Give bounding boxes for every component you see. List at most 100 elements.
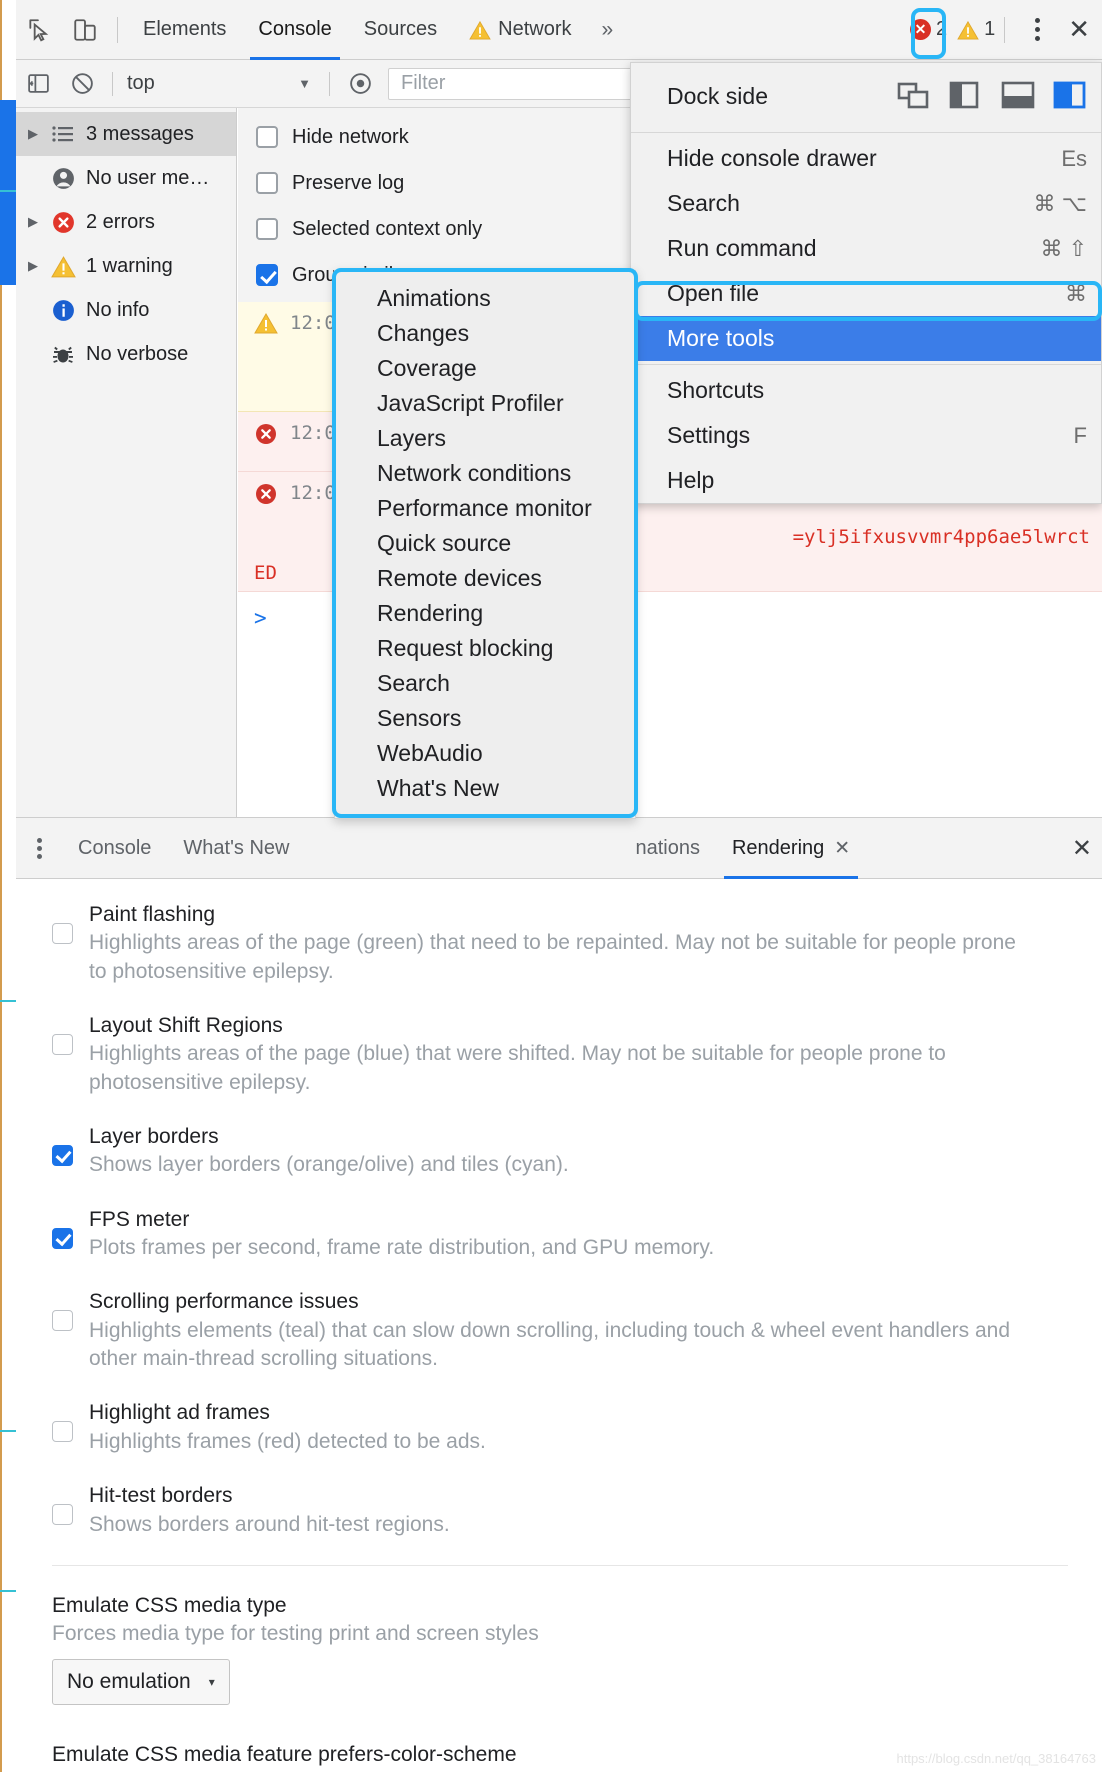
sidebar-item-errors[interactable]: ▶ 2 errors (16, 200, 236, 244)
drawer-tab-whats-new[interactable]: What's New (167, 817, 305, 879)
option-description: Highlights elements (teal) that can slow… (89, 1318, 1011, 1371)
rendering-option-layout-shift-regions[interactable]: Layout Shift Regions Highlights areas of… (18, 1012, 1102, 1097)
tab-network-label: Network (498, 18, 572, 40)
live-expression-icon[interactable] (338, 62, 382, 106)
tab-sources[interactable]: Sources (348, 0, 453, 60)
expand-triangle-icon[interactable]: ▶ (26, 258, 40, 274)
dock-right-icon[interactable] (1053, 81, 1087, 111)
dock-bottom-icon[interactable] (1001, 81, 1035, 111)
rendering-option-scrolling-performance-issues[interactable]: Scrolling performance issues Highlights … (18, 1288, 1102, 1373)
sidebar-item-verbose-label: No verbose (86, 342, 189, 365)
rendering-option-highlight-ad-frames[interactable]: Highlight ad frames Highlights frames (r… (18, 1399, 1102, 1456)
sidebar-item-info[interactable]: ▶ No info (16, 288, 236, 332)
warning-badge[interactable]: 1 (957, 18, 995, 41)
close-drawer-button[interactable]: ✕ (1072, 834, 1102, 863)
menu-item-run-command[interactable]: Run command ⌘ ⇧ (631, 226, 1101, 271)
error-badge[interactable]: ✕ 2 (909, 18, 947, 41)
submenu-item-changes[interactable]: Changes (335, 316, 635, 351)
submenu-item-quick-source[interactable]: Quick source (335, 526, 635, 561)
sidebar-item-verbose[interactable]: ▶ No verbose (16, 332, 236, 376)
close-icon[interactable]: ✕ (834, 837, 850, 860)
expand-triangle-icon[interactable]: ▶ (26, 214, 40, 230)
error-icon (50, 209, 76, 235)
message-failed-text: ED (254, 562, 277, 584)
sidebar-item-user-messages[interactable]: ▶ No user me… (16, 156, 236, 200)
error-icon (254, 482, 278, 506)
checkbox-box[interactable] (52, 1227, 73, 1249)
rendering-option-hit-test-borders[interactable]: Hit-test borders Shows borders around hi… (18, 1482, 1102, 1539)
devtools-window: Elements Console Sources Network » ✕ 2 1… (0, 0, 1102, 1772)
checkbox-box[interactable] (256, 172, 278, 194)
checkbox-box[interactable] (52, 1145, 73, 1167)
checkbox-box[interactable] (256, 218, 278, 240)
submenu-item-sensors[interactable]: Sensors (335, 701, 635, 736)
main-menu-kebab-button[interactable] (1014, 7, 1060, 53)
device-toggle-icon[interactable] (62, 7, 108, 53)
tab-console[interactable]: Console (242, 0, 347, 60)
submenu-item-animations[interactable]: Animations (335, 281, 635, 316)
checkbox-box[interactable] (52, 1421, 73, 1443)
close-icon: ✕ (1068, 14, 1090, 44)
tab-network[interactable]: Network (453, 0, 587, 60)
checkbox-box[interactable] (52, 1504, 73, 1526)
option-title: Paint flashing (89, 903, 216, 926)
checkbox-box[interactable] (256, 264, 278, 286)
submenu-item-label: JavaScript Profiler (377, 390, 564, 416)
bug-icon (50, 341, 76, 367)
drawer-tab-console[interactable]: Console (62, 817, 167, 879)
menu-item-search[interactable]: Search ⌘ ⌥ (631, 181, 1101, 226)
drawer-menu-kebab-button[interactable] (16, 835, 62, 862)
submenu-item-network-conditions[interactable]: Network conditions (335, 456, 635, 491)
submenu-item-javascript-profiler[interactable]: JavaScript Profiler (335, 386, 635, 421)
media-type-select[interactable]: No emulation ▾ (52, 1658, 230, 1705)
tab-elements[interactable]: Elements (127, 0, 242, 60)
menu-item-settings[interactable]: Settings F (631, 413, 1101, 458)
submenu-item-remote-devices[interactable]: Remote devices (335, 561, 635, 596)
more-tabs-label: » (601, 17, 614, 41)
page-edge-strip-cyan-2 (0, 1000, 16, 1002)
message-timestamp: 12:0 (290, 482, 336, 504)
expand-triangle-icon[interactable]: ▶ (26, 126, 40, 142)
warning-icon (50, 253, 76, 279)
menu-divider (631, 364, 1101, 365)
emulate-css-media-type-section: Emulate CSS media type Forces media type… (18, 1592, 1102, 1649)
checkbox-box[interactable] (52, 923, 73, 944)
submenu-item-coverage[interactable]: Coverage (335, 351, 635, 386)
checkbox-box[interactable] (52, 1034, 73, 1056)
clear-console-icon[interactable] (60, 62, 104, 106)
menu-item-hide-console-drawer[interactable]: Hide console drawer Es (631, 136, 1101, 181)
dock-undocked-icon[interactable] (897, 81, 931, 111)
rendering-option-fps-meter[interactable]: FPS meter Plots frames per second, frame… (18, 1206, 1102, 1263)
inspect-cursor-icon[interactable] (16, 7, 62, 53)
submenu-item-label: Quick source (377, 530, 512, 556)
submenu-item-search[interactable]: Search (335, 666, 635, 701)
submenu-item-webaudio[interactable]: WebAudio (335, 736, 635, 771)
dock-left-icon[interactable] (949, 81, 983, 111)
close-devtools-button[interactable]: ✕ (1060, 14, 1098, 45)
drawer-tab-strip: Console What's New nations Rendering ✕ ✕ (16, 817, 1102, 879)
drawer-tab-animations[interactable]: nations (305, 817, 716, 879)
more-tabs-button[interactable]: » (588, 18, 628, 42)
execution-context-selector[interactable]: top ▼ (121, 72, 321, 95)
menu-item-help[interactable]: Help (631, 458, 1101, 503)
submenu-item-whats-new[interactable]: What's New (335, 771, 635, 806)
sidebar-item-messages[interactable]: ▶ 3 messages (16, 112, 236, 156)
menu-item-shortcuts[interactable]: Shortcuts (631, 368, 1101, 413)
rendering-option-layer-borders[interactable]: Layer borders Shows layer borders (orang… (18, 1123, 1102, 1180)
sidebar-item-warnings[interactable]: ▶ 1 warning (16, 244, 236, 288)
checkbox-box[interactable] (52, 1310, 73, 1332)
menu-item-open-file[interactable]: Open file ⌘ (631, 271, 1101, 316)
option-title: Hit-test borders (89, 1484, 233, 1508)
drawer-tab-rendering[interactable]: Rendering ✕ (716, 817, 866, 879)
menu-item-more-tools[interactable]: More tools (631, 316, 1101, 361)
checkbox-box[interactable] (256, 126, 278, 148)
submenu-item-layers[interactable]: Layers (335, 421, 635, 456)
sidebar-toggle-icon[interactable] (16, 62, 60, 106)
submenu-item-performance-monitor[interactable]: Performance monitor (335, 491, 635, 526)
option-description: Highlights areas of the page (blue) that… (89, 1042, 946, 1094)
submenu-item-rendering[interactable]: Rendering (335, 596, 635, 631)
rendering-option-paint-flashing[interactable]: Paint flashing Highlights areas of the p… (18, 901, 1102, 986)
menu-item-shortcut: Es (1061, 145, 1087, 171)
menu-divider (631, 132, 1101, 133)
submenu-item-request-blocking[interactable]: Request blocking (335, 631, 635, 666)
